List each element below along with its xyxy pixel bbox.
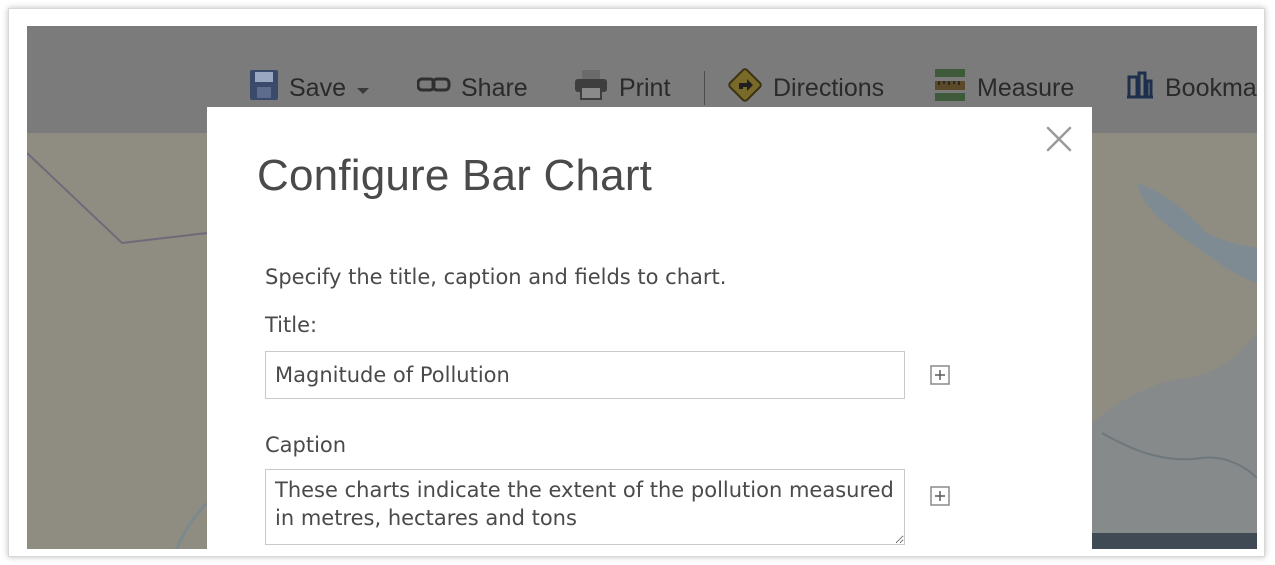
caption-textarea[interactable]: These charts indicate the extent of the … [265,469,905,545]
measure-label: Measure [977,73,1075,102]
caption-label: Caption [265,433,347,457]
add-title-field-button[interactable] [930,365,950,385]
dialog-instructions: Specify the title, caption and fields to… [265,265,727,289]
share-label: Share [461,73,528,102]
measure-button[interactable]: Measure [933,68,1074,108]
add-caption-field-button[interactable] [930,486,950,506]
chevron-down-icon [356,74,370,103]
bookmarks-button[interactable]: Bookma [1125,68,1257,108]
plus-box-icon [930,365,950,389]
screenshot-frame: Save Share Print Directions Measure Book… [8,8,1265,557]
ruler-icon [933,67,967,110]
directions-button[interactable]: Directions [727,67,885,110]
configure-chart-dialog: Configure Bar Chart Specify the title, c… [207,107,1092,549]
close-icon [1044,126,1074,158]
print-label: Print [619,73,671,102]
toolbar-divider [704,71,705,105]
printer-icon [573,69,609,108]
title-input[interactable] [265,351,905,399]
map-viewer-app: Save Share Print Directions Measure Book… [27,26,1257,549]
bookmarks-label: Bookma [1165,73,1257,102]
directions-label: Directions [773,73,885,102]
save-button[interactable]: Save [249,68,370,108]
plus-box-icon [930,486,950,510]
print-button[interactable]: Print [573,68,670,108]
link-icon [416,74,451,103]
directions-sign-icon [727,67,763,110]
floppy-disk-icon [249,69,279,108]
save-label: Save [289,73,346,102]
bookmark-icon [1125,71,1155,106]
title-label: Title: [265,313,318,337]
dialog-title: Configure Bar Chart [257,151,653,200]
close-button[interactable] [1044,124,1074,154]
share-button[interactable]: Share [416,68,528,108]
